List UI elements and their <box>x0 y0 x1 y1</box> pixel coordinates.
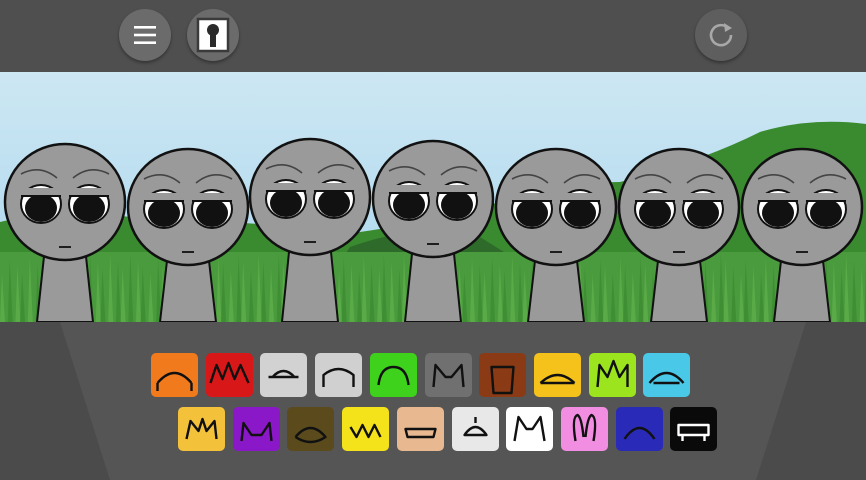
olive-hair-icon <box>294 426 328 444</box>
teal-headphones-icon <box>648 371 685 385</box>
profile-card-icon <box>196 17 230 53</box>
palette-tile-black-bench[interactable] <box>670 407 718 451</box>
black-bench-icon <box>677 423 710 441</box>
palette-tile-gray-cat-ears[interactable] <box>424 353 472 397</box>
reset-arrow-icon <box>709 23 733 47</box>
palette-tile-lime-spiky[interactable] <box>588 353 636 397</box>
palette-tile-yellow-visor[interactable] <box>533 353 581 397</box>
palette-tile-orange-headphones[interactable] <box>151 353 198 397</box>
gray-cat-ears-icon <box>431 363 465 388</box>
hamburger-menu-icon <box>134 26 156 44</box>
profile-button[interactable] <box>187 9 239 61</box>
palette-tile-white-cat-ears[interactable] <box>506 407 554 451</box>
pink-bunny-ears-icon <box>572 413 597 442</box>
white-cat-ears-icon <box>513 415 546 442</box>
palette-tile-navy-dome[interactable] <box>615 407 663 451</box>
navy-dome-icon <box>623 426 656 440</box>
reset-button[interactable] <box>695 9 747 61</box>
top-toolbar <box>0 0 866 72</box>
silver-helmet-icon <box>322 367 355 387</box>
brown-hair-icon <box>404 427 437 439</box>
palette-tile-gray-dish-hat[interactable] <box>260 353 308 397</box>
yellow-zigzag-icon <box>349 423 382 439</box>
gray-dish-hat-icon <box>268 369 299 379</box>
purple-horns-icon <box>239 421 273 442</box>
propeller-cap-icon <box>462 417 488 437</box>
bottom-panel <box>0 322 866 480</box>
palette-tile-brown-bucket[interactable] <box>479 353 527 397</box>
palette-tile-yellow-crown[interactable] <box>178 407 225 451</box>
palette-tile-teal-headphones[interactable] <box>643 353 691 397</box>
menu-button[interactable] <box>119 9 171 61</box>
palette-tile-silver-helmet[interactable] <box>315 353 363 397</box>
palette-tile-brown-hair[interactable] <box>396 407 444 451</box>
green-leaf-hair-icon <box>377 365 410 386</box>
yellow-visor-icon <box>539 373 576 385</box>
stage-scene <box>0 72 866 322</box>
palette-tile-purple-horns[interactable] <box>232 407 280 451</box>
orange-headphones-icon <box>156 371 193 391</box>
yellow-crown-icon <box>185 417 218 440</box>
palette-tile-olive-hair[interactable] <box>287 407 335 451</box>
palette-tile-propeller-cap[interactable] <box>451 407 499 451</box>
lime-spiky-icon <box>595 359 629 388</box>
palette-tile-red-spiky-hair[interactable] <box>205 353 253 397</box>
character-stage <box>0 72 866 322</box>
palette-tile-green-leaf-hair[interactable] <box>369 353 417 397</box>
panel-shading <box>0 322 866 480</box>
palette-tile-pink-bunny-ears[interactable] <box>560 407 608 451</box>
brown-bucket-icon <box>490 365 515 395</box>
palette-tile-yellow-zigzag[interactable] <box>342 407 390 451</box>
red-spiky-hair-icon <box>209 361 250 384</box>
